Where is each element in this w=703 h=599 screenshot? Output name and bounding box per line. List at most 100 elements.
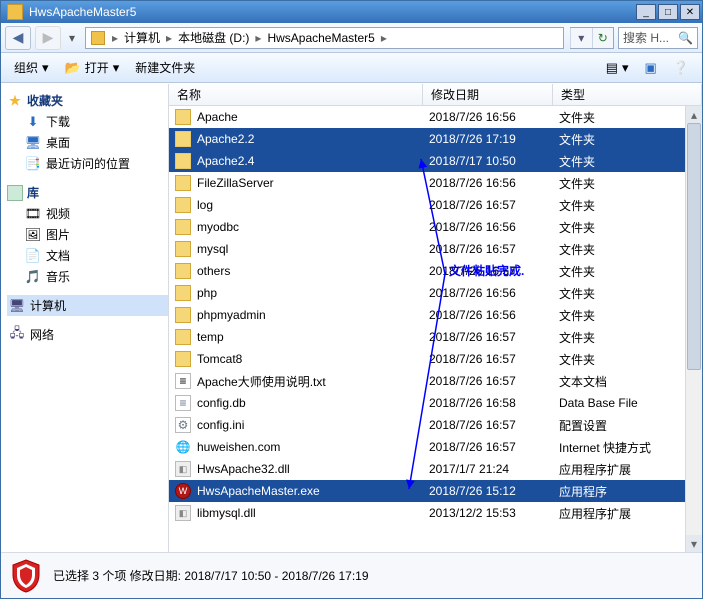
breadcrumb-folder[interactable]: HwsApacheMaster5: [265, 31, 376, 45]
file-type: 配置设置: [553, 417, 702, 434]
open-button[interactable]: 📂 打开▾: [58, 55, 127, 80]
search-icon: 🔍: [678, 31, 693, 45]
file-list[interactable]: Apache2018/7/26 16:56文件夹Apache2.22018/7/…: [169, 106, 702, 552]
file-type: 文件夹: [553, 109, 702, 126]
sidebar-item-music[interactable]: 🎵音乐: [7, 266, 168, 287]
column-name[interactable]: 名称: [169, 84, 423, 105]
file-row[interactable]: WHwsApacheMaster.exe2018/7/26 15:12应用程序: [169, 480, 702, 502]
file-type: 应用程序: [553, 483, 702, 500]
scroll-down-button[interactable]: ▾: [686, 535, 702, 552]
file-row[interactable]: phpmyadmin2018/7/26 16:56文件夹: [169, 304, 702, 326]
file-date: 2018/7/26 16:56: [423, 110, 553, 124]
sidebar-item-downloads[interactable]: ⬇下载: [7, 111, 168, 132]
file-type: 文件夹: [553, 241, 702, 258]
ini-icon: ⚙: [175, 417, 191, 433]
file-type: 文件夹: [553, 219, 702, 236]
folder-icon: [175, 175, 191, 191]
chevron-down-icon: ▾: [113, 60, 120, 76]
file-row[interactable]: mysql 2018/7/26 16:57文件夹: [169, 238, 702, 260]
file-row[interactable]: myodbc2018/7/26 16:56文件夹: [169, 216, 702, 238]
folder-icon: [175, 241, 191, 257]
search-input[interactable]: 搜索 H... 🔍: [618, 27, 698, 49]
help-button[interactable]: ❔: [666, 56, 696, 80]
vertical-scrollbar[interactable]: ▴ ▾: [685, 106, 702, 552]
db-icon: ≡: [175, 395, 191, 411]
file-row[interactable]: Tomcat82018/7/26 16:57文件夹: [169, 348, 702, 370]
library-icon: [7, 185, 23, 201]
command-toolbar: 组织▾ 📂 打开▾ 新建文件夹 ▤▾ ▣ ❔: [1, 53, 702, 83]
organize-button[interactable]: 组织▾: [7, 55, 56, 80]
folder-icon: [175, 197, 191, 213]
breadcrumb-computer[interactable]: 计算机: [122, 29, 162, 46]
back-button[interactable]: ◀: [5, 26, 31, 50]
file-row[interactable]: ◧HwsApache32.dll2017/1/7 21:24应用程序扩展: [169, 458, 702, 480]
folder-icon: [175, 131, 191, 147]
forward-button[interactable]: ▶: [35, 26, 61, 50]
download-icon: ⬇: [25, 114, 41, 130]
file-row[interactable]: others2018/7/26 16:57文件夹: [169, 260, 702, 282]
file-type: 文件夹: [553, 263, 702, 280]
file-row[interactable]: php2018/7/26 16:56文件夹: [169, 282, 702, 304]
file-name: mysql: [197, 242, 228, 256]
file-name: Apache: [197, 110, 238, 124]
status-bar: 已选择 3 个项 修改日期: 2018/7/17 10:50 - 2018/7/…: [1, 552, 702, 598]
sidebar: ★收藏夹 ⬇下载 🖥桌面 📑最近访问的位置 库 🎞视频 🖼图片 📄文档 🎵音乐 …: [1, 84, 169, 552]
file-name: phpmyadmin: [197, 308, 266, 322]
file-date: 2018/7/26 16:56: [423, 286, 553, 300]
file-row[interactable]: ≡Apache大师使用说明.txt2018/7/26 16:57文本文档: [169, 370, 702, 392]
minimize-button[interactable]: _: [636, 4, 656, 20]
file-name: config.ini: [197, 418, 244, 432]
sidebar-item-network[interactable]: 🖧网络: [7, 324, 168, 345]
column-date[interactable]: 修改日期: [423, 84, 553, 105]
view-options-button[interactable]: ▤▾: [599, 56, 636, 80]
scroll-up-button[interactable]: ▴: [686, 106, 702, 123]
file-name: Apache2.4: [197, 154, 254, 168]
file-type: 文件夹: [553, 131, 702, 148]
sidebar-item-pictures[interactable]: 🖼图片: [7, 224, 168, 245]
file-row[interactable]: ⚙config.ini2018/7/26 16:57配置设置: [169, 414, 702, 436]
file-row[interactable]: ◧libmysql.dll2013/12/2 15:53应用程序扩展: [169, 502, 702, 524]
maximize-button[interactable]: □: [658, 4, 678, 20]
history-dropdown[interactable]: ▾: [65, 26, 79, 50]
sidebar-item-videos[interactable]: 🎞视频: [7, 203, 168, 224]
sidebar-favorites[interactable]: ★收藏夹: [7, 90, 168, 111]
file-date: 2017/1/7 21:24: [423, 462, 553, 476]
file-row[interactable]: ≡config.db2018/7/26 16:58Data Base File: [169, 392, 702, 414]
sidebar-item-computer[interactable]: 🖥计算机: [7, 295, 168, 316]
folder-icon: [91, 31, 105, 45]
breadcrumb-drive[interactable]: 本地磁盘 (D:): [176, 29, 251, 46]
file-row[interactable]: log2018/7/26 16:57文件夹: [169, 194, 702, 216]
file-date: 2018/7/26 16:57: [423, 242, 553, 256]
breadcrumb[interactable]: ▸ 计算机 ▸ 本地磁盘 (D:) ▸ HwsApacheMaster5 ▸: [85, 27, 564, 49]
file-date: 2018/7/26 16:57: [423, 352, 553, 366]
file-type: 文件夹: [553, 153, 702, 170]
close-button[interactable]: ✕: [680, 4, 700, 20]
file-row[interactable]: Apache2.22018/7/26 17:19文件夹: [169, 128, 702, 150]
sidebar-item-recent[interactable]: 📑最近访问的位置: [7, 153, 168, 174]
file-name: config.db: [197, 396, 246, 410]
folder-icon: [175, 109, 191, 125]
title-bar[interactable]: HwsApacheMaster5 _ □ ✕: [1, 1, 702, 23]
breadcrumb-dropdown-icon[interactable]: ▾: [570, 28, 592, 48]
file-row[interactable]: FileZillaServer2018/7/26 16:56文件夹: [169, 172, 702, 194]
file-type: 文件夹: [553, 175, 702, 192]
sidebar-item-documents[interactable]: 📄文档: [7, 245, 168, 266]
folder-icon: [175, 285, 191, 301]
file-row[interactable]: temp2018/7/26 16:57文件夹: [169, 326, 702, 348]
file-name: others: [197, 264, 230, 278]
search-placeholder: 搜索 H...: [623, 29, 669, 46]
file-name: php: [197, 286, 217, 300]
file-date: 2018/7/26 16:57: [423, 440, 553, 454]
sidebar-item-desktop[interactable]: 🖥桌面: [7, 132, 168, 153]
refresh-icon[interactable]: ↻: [592, 28, 614, 48]
file-row[interactable]: 🌐huweishen.com2018/7/26 16:57Internet 快捷…: [169, 436, 702, 458]
new-folder-button[interactable]: 新建文件夹: [128, 55, 202, 80]
scroll-thumb[interactable]: [687, 123, 701, 370]
sidebar-libraries[interactable]: 库: [7, 182, 168, 203]
column-type[interactable]: 类型: [553, 84, 702, 105]
music-icon: 🎵: [25, 269, 41, 285]
file-row[interactable]: Apache2.42018/7/17 10:50文件夹: [169, 150, 702, 172]
open-icon: 📂: [65, 60, 81, 76]
preview-pane-button[interactable]: ▣: [638, 56, 664, 80]
file-row[interactable]: Apache 2018/7/26 16:56文件夹: [169, 106, 702, 128]
